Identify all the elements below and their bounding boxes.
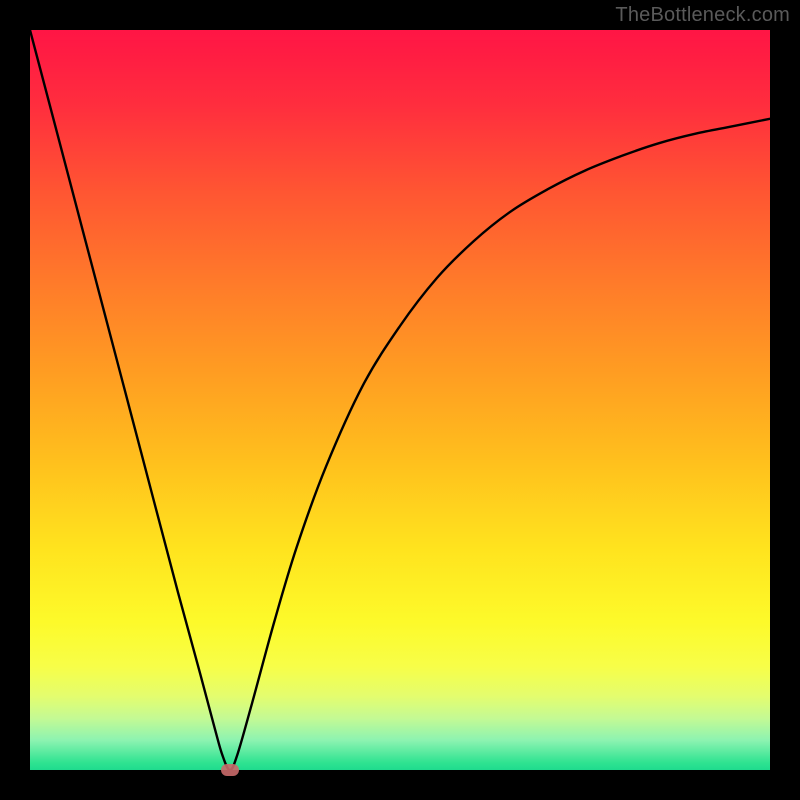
chart-stage: TheBottleneck.com <box>0 0 800 800</box>
plot-area <box>30 30 770 770</box>
watermark-text: TheBottleneck.com <box>615 4 790 27</box>
curve-svg <box>30 30 770 770</box>
min-marker <box>221 764 239 776</box>
curve-path <box>30 30 770 770</box>
